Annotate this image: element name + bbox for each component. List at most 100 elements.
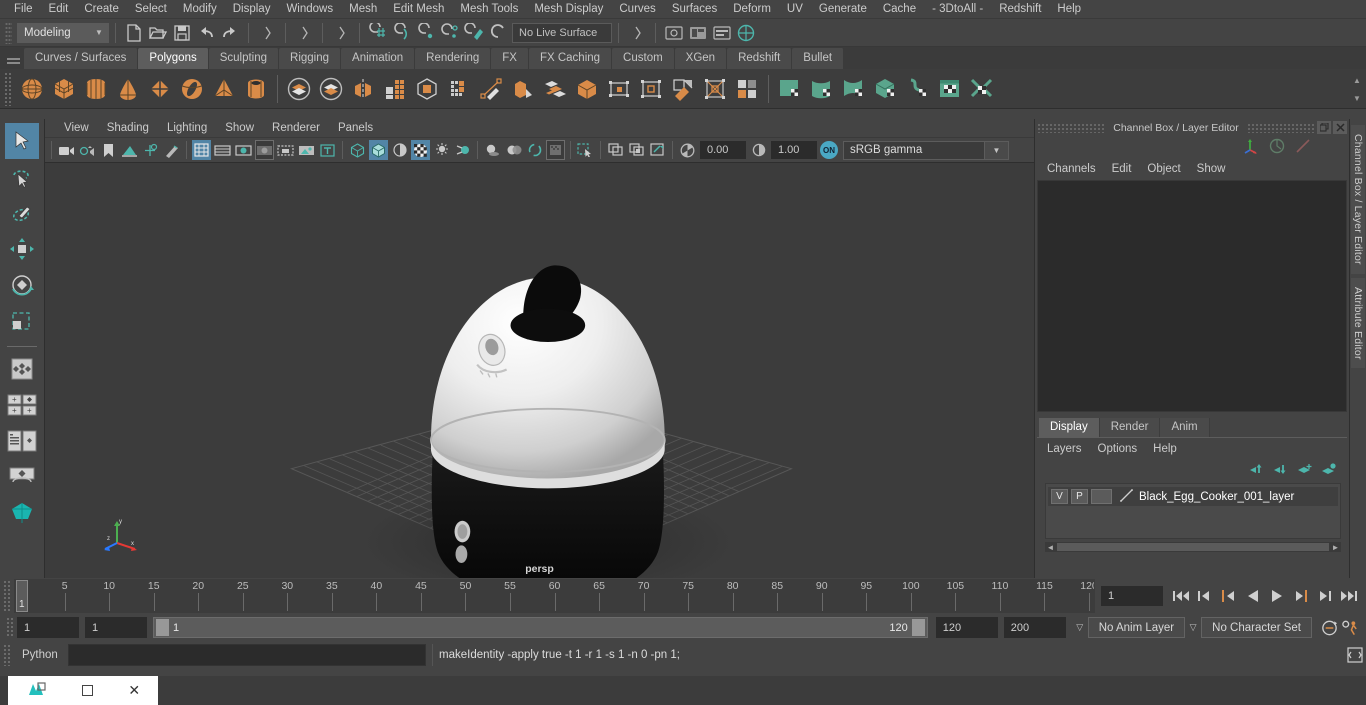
smooth-icon[interactable] xyxy=(571,72,603,106)
new-scene-icon[interactable] xyxy=(122,21,146,45)
lasso-select-tool[interactable] xyxy=(5,159,39,195)
layer-editor-menu-item-options[interactable]: Options xyxy=(1090,441,1146,457)
snap-to-grid-icon[interactable] xyxy=(366,21,390,45)
motion-blur-icon[interactable] xyxy=(525,140,544,160)
wireframe-icon[interactable] xyxy=(348,140,367,160)
image-plane-icon[interactable] xyxy=(120,140,139,160)
booleans-icon[interactable] xyxy=(443,72,475,106)
snap-to-curve-icon[interactable] xyxy=(390,21,414,45)
panel-grip-right[interactable] xyxy=(1246,122,1315,133)
panel-grip-left[interactable] xyxy=(1037,122,1106,133)
viewport-menu-item-show[interactable]: Show xyxy=(216,120,263,136)
create-polygon-tool-icon[interactable] xyxy=(475,72,507,106)
poly-pipe-icon[interactable] xyxy=(240,72,272,106)
bookmark-icon[interactable] xyxy=(99,140,118,160)
layer-editor-menu-item-layers[interactable]: Layers xyxy=(1039,441,1090,457)
layer-name[interactable]: Black_Egg_Cooker_001_layer xyxy=(1139,491,1294,503)
menu-item-mesh-tools[interactable]: Mesh Tools xyxy=(452,1,526,17)
quick-layout-icon[interactable] xyxy=(5,495,39,531)
command-input[interactable] xyxy=(68,644,426,666)
layer-shading-toggle[interactable] xyxy=(1091,489,1112,504)
edge-tab-attribute-editor[interactable]: Attribute Editor xyxy=(1351,277,1365,369)
shelf-tab-animation[interactable]: Animation xyxy=(341,48,416,69)
shelf-tab-custom[interactable]: Custom xyxy=(612,48,675,69)
step-back-frame-icon[interactable] xyxy=(1217,583,1240,609)
shelf-tab-sculpting[interactable]: Sculpting xyxy=(208,48,280,69)
new-layer-from-selected-icon[interactable] xyxy=(1320,462,1337,479)
undo-icon[interactable] xyxy=(194,21,218,45)
range-end-time-field[interactable]: 120 xyxy=(935,617,998,638)
menu-item-modify[interactable]: Modify xyxy=(175,1,225,17)
bevel-icon[interactable] xyxy=(539,72,571,106)
scale-tool[interactable] xyxy=(5,303,39,339)
gamma-field[interactable]: 1.00 xyxy=(771,141,817,159)
menu-item-mesh[interactable]: Mesh xyxy=(341,1,385,17)
anim-layer-select[interactable]: No Anim Layer xyxy=(1087,617,1186,638)
script-editor-icon[interactable] xyxy=(1344,644,1366,666)
chevron-down-icon[interactable]: ▽ xyxy=(1185,622,1201,633)
poly-torus-icon[interactable] xyxy=(176,72,208,106)
layer-playback-toggle[interactable]: P xyxy=(1071,489,1088,504)
snap-to-point-icon[interactable] xyxy=(414,21,438,45)
uv-editor-icon[interactable] xyxy=(934,72,966,106)
merge-icon[interactable] xyxy=(635,72,667,106)
smooth-shade-icon[interactable] xyxy=(369,140,388,160)
range-slider-grip[interactable] xyxy=(6,617,15,638)
layer-row[interactable]: V P Black_Egg_Cooker_001_layer xyxy=(1048,487,1338,506)
menu-item-uv[interactable]: UV xyxy=(779,1,811,17)
grid-icon[interactable] xyxy=(192,140,211,160)
make-live-icon[interactable] xyxy=(486,21,510,45)
animation-preferences-icon[interactable] xyxy=(1341,618,1360,638)
uv-cylindrical-icon[interactable] xyxy=(806,72,838,106)
viewport-menu-item-lighting[interactable]: Lighting xyxy=(158,120,216,136)
menu-item-curves[interactable]: Curves xyxy=(611,1,663,17)
step-back-keyframe-icon[interactable] xyxy=(1193,583,1216,609)
viewport-3d[interactable]: z y x persp xyxy=(45,163,1034,578)
uv-cut-icon[interactable] xyxy=(966,72,998,106)
channel-box-menu-item-show[interactable]: Show xyxy=(1189,161,1234,177)
select-tool[interactable] xyxy=(5,123,39,159)
range-bar-left-handle[interactable] xyxy=(156,619,169,636)
play-backwards-icon[interactable] xyxy=(1241,583,1264,609)
shelf-tab-fx[interactable]: FX xyxy=(491,48,529,69)
render-current-frame-icon[interactable] xyxy=(662,21,686,45)
snap-to-projected-center-icon[interactable] xyxy=(438,21,462,45)
layer-editor-tab-anim[interactable]: Anim xyxy=(1160,418,1210,437)
xray-icon[interactable] xyxy=(606,140,625,160)
scrollbar-thumb[interactable] xyxy=(1057,543,1329,551)
four-pane-layout[interactable] xyxy=(5,423,39,459)
menu-set-selector[interactable]: Modeling ▼ xyxy=(17,22,109,43)
snap-to-view-plane-icon[interactable] xyxy=(462,21,486,45)
menu-item-select[interactable]: Select xyxy=(127,1,175,17)
scroll-up-icon[interactable]: ▲ xyxy=(1353,76,1361,84)
exposure-field[interactable]: 0.00 xyxy=(700,141,746,159)
shelf-grip[interactable] xyxy=(4,71,13,106)
time-slider[interactable]: 1 5 10 15 20 25 30 35 40 45 50 55 60 65 70 75 80 85 90 95 1… xyxy=(14,579,1095,613)
poly-pyramid-icon[interactable] xyxy=(208,72,240,106)
edge-tab-channel-box-layer-editor[interactable]: Channel Box / Layer Editor xyxy=(1351,125,1365,274)
menu-item-create[interactable]: Create xyxy=(76,1,127,17)
menu-item-surfaces[interactable]: Surfaces xyxy=(664,1,725,17)
combine-icon[interactable] xyxy=(411,72,443,106)
anim-end-time-field[interactable]: 200 xyxy=(1003,617,1066,638)
menu-item-redshift[interactable]: Redshift xyxy=(991,1,1049,17)
rotate-tool[interactable] xyxy=(5,267,39,303)
poly-smooth-icon[interactable] xyxy=(379,72,411,106)
grease-pencil-icon[interactable] xyxy=(162,140,181,160)
layer-list[interactable]: V P Black_Egg_Cooker_001_layer xyxy=(1045,483,1341,539)
poly-cone-icon[interactable] xyxy=(112,72,144,106)
viewport-menu-item-panels[interactable]: Panels xyxy=(329,120,382,136)
channel-box-content[interactable] xyxy=(1037,180,1347,412)
step-forward-frame-icon[interactable] xyxy=(1289,583,1312,609)
shelf-tab-rigging[interactable]: Rigging xyxy=(279,48,342,69)
layer-editor-tab-render[interactable]: Render xyxy=(1099,418,1161,437)
layer-editor-tab-display[interactable]: Display xyxy=(1039,418,1100,437)
scroll-down-icon[interactable]: ▼ xyxy=(1353,94,1361,102)
poly-cylinder-icon[interactable] xyxy=(80,72,112,106)
gate-mask-icon[interactable] xyxy=(255,140,274,160)
image-plane-display-icon[interactable] xyxy=(297,140,316,160)
move-layer-up-icon[interactable] xyxy=(1248,462,1265,479)
extrude-icon[interactable] xyxy=(507,72,539,106)
live-surface-field[interactable]: No Live Surface xyxy=(512,22,612,43)
command-language-label[interactable]: Python xyxy=(16,649,68,661)
